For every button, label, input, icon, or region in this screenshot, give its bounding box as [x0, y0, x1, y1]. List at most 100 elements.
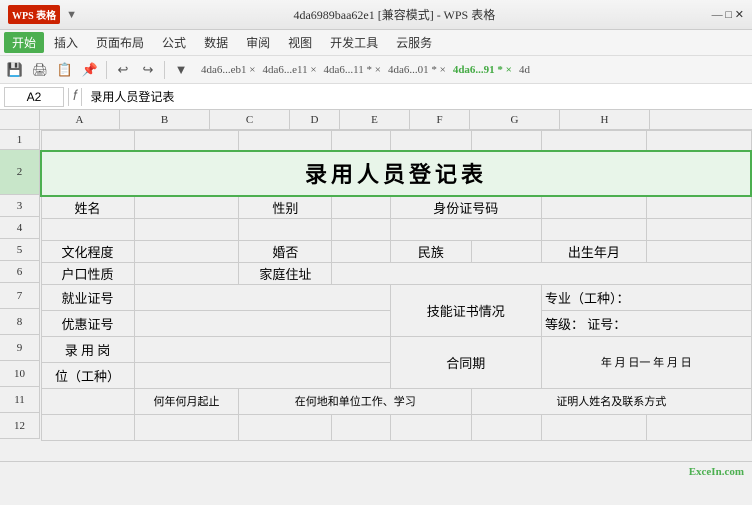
cell-g5[interactable]: 出生年月: [541, 240, 646, 262]
toolbar-sep1: [106, 61, 107, 79]
cell-e1[interactable]: [390, 131, 471, 151]
cell-c11[interactable]: 在何地和单位工作、学习: [239, 388, 472, 414]
table-row: [41, 414, 751, 440]
cell-d4[interactable]: [332, 218, 390, 240]
cell-h4[interactable]: [646, 218, 751, 240]
menu-view[interactable]: 视图: [280, 32, 320, 53]
cell-g7[interactable]: 专业（工种）：: [541, 284, 751, 310]
cell-e4[interactable]: [390, 218, 541, 240]
cell-f11[interactable]: 证明人姓名及联系方式: [472, 388, 751, 414]
cell-d3[interactable]: [332, 196, 390, 219]
cell-f5[interactable]: [472, 240, 542, 262]
menu-cloud[interactable]: 云服务: [388, 32, 440, 53]
cell-g8[interactable]: 等级： 证号：: [541, 310, 751, 336]
toolbar-copy[interactable]: 📋: [54, 59, 76, 81]
cell-c4[interactable]: [239, 218, 332, 240]
cell-a6[interactable]: 户口性质: [41, 262, 134, 284]
cell-e5[interactable]: 民族: [390, 240, 471, 262]
cell-c6[interactable]: 家庭住址: [239, 262, 332, 284]
data-table: 录用人员登记表 姓名 性别 身份证号码: [40, 130, 752, 441]
table-row: 姓名 性别 身份证号码: [41, 196, 751, 219]
menu-review[interactable]: 审阅: [238, 32, 278, 53]
cell-a11[interactable]: [41, 388, 134, 414]
toolbar-print[interactable]: 🖨: [29, 59, 51, 81]
cell-a3[interactable]: 姓名: [41, 196, 134, 219]
cell-b8[interactable]: [134, 310, 390, 336]
cell-d1[interactable]: [332, 131, 390, 151]
cell-g9[interactable]: 年 月 日一 年 月 日: [541, 336, 751, 388]
col-header-f: F: [410, 110, 470, 129]
cell-a5[interactable]: 文化程度: [41, 240, 134, 262]
toolbar-paste[interactable]: 📌: [79, 59, 101, 81]
cell-h3[interactable]: [646, 196, 751, 219]
cell-c3[interactable]: 性别: [239, 196, 332, 219]
toolbar: 💾 🖨 📋 📌 ↩ ↪ ▼ 4da6...eb1 × 4da6...e11 × …: [0, 56, 752, 84]
spreadsheet-area: A B C D E F G H 1 2 3 4 5 6 7 8 9 10 11 …: [0, 110, 752, 461]
cell-a1[interactable]: [41, 131, 134, 151]
cell-b1[interactable]: [134, 131, 239, 151]
cell-e12[interactable]: [390, 414, 471, 440]
cell-h1[interactable]: [646, 131, 751, 151]
cell-b11[interactable]: 何年何月起止: [134, 388, 239, 414]
cell-b4[interactable]: [134, 218, 239, 240]
formula-input[interactable]: [86, 87, 748, 107]
cell-b5[interactable]: [134, 240, 239, 262]
cell-f1[interactable]: [472, 131, 542, 151]
col-header-b: B: [120, 110, 210, 129]
cell-a8[interactable]: 优惠证号: [41, 310, 134, 336]
menu-start[interactable]: 开始: [4, 32, 44, 53]
cell-c12[interactable]: [239, 414, 332, 440]
menu-page-layout[interactable]: 页面布局: [88, 32, 152, 53]
menu-data[interactable]: 数据: [196, 32, 236, 53]
spreadsheet-grid: 录用人员登记表 姓名 性别 身份证号码: [40, 130, 752, 461]
row-num-9: 9: [0, 335, 40, 361]
title-bar: WPS 表格 ▼ 4da6989baa62e1 [兼容模式] - WPS 表格 …: [0, 0, 752, 30]
row-num-4: 4: [0, 217, 40, 239]
cell-h12[interactable]: [646, 414, 751, 440]
tab-label-2: 4da6...e11 ×: [262, 64, 316, 76]
toolbar-dropdown[interactable]: ▼: [170, 59, 192, 81]
col-header-d: D: [290, 110, 340, 129]
table-row: 户口性质 家庭住址: [41, 262, 751, 284]
cell-b12[interactable]: [134, 414, 239, 440]
menu-dev-tools[interactable]: 开发工具: [322, 32, 386, 53]
toolbar-redo[interactable]: ↪: [137, 59, 159, 81]
corner-cell: [0, 110, 40, 129]
col-header-a: A: [40, 110, 120, 129]
cell-e9[interactable]: 合同期: [390, 336, 541, 388]
cell-e3[interactable]: 身份证号码: [390, 196, 541, 219]
menu-formula[interactable]: 公式: [154, 32, 194, 53]
cell-a12[interactable]: [41, 414, 134, 440]
cell-d6[interactable]: [332, 262, 751, 284]
cell-c1[interactable]: [239, 131, 332, 151]
cell-g3[interactable]: [541, 196, 646, 219]
cell-f12[interactable]: [472, 414, 542, 440]
table-row: 就业证号 技能证书情况 专业（工种）：: [41, 284, 751, 310]
cell-b10[interactable]: [134, 362, 390, 388]
cell-title[interactable]: 录用人员登记表: [41, 151, 751, 196]
cell-g12[interactable]: [541, 414, 646, 440]
toolbar-undo[interactable]: ↩: [112, 59, 134, 81]
cell-a10[interactable]: 位（工种）: [41, 362, 134, 388]
cell-d5[interactable]: [332, 240, 390, 262]
cell-b6[interactable]: [134, 262, 239, 284]
window-controls[interactable]: — □ ✕: [712, 8, 744, 21]
cell-b9[interactable]: [134, 336, 390, 362]
cell-c5[interactable]: 婚否: [239, 240, 332, 262]
cell-a4[interactable]: [41, 218, 134, 240]
cell-a7[interactable]: 就业证号: [41, 284, 134, 310]
cell-h5[interactable]: [646, 240, 751, 262]
cell-b7[interactable]: [134, 284, 390, 310]
cell-d12[interactable]: [332, 414, 390, 440]
cell-e7[interactable]: 技能证书情况: [390, 284, 541, 336]
toolbar-save[interactable]: 💾: [4, 59, 26, 81]
row-num-1: 1: [0, 130, 40, 150]
cell-reference[interactable]: [4, 87, 64, 107]
tab-label-5: 4da6...91 * ×: [453, 64, 512, 76]
menu-insert[interactable]: 插入: [46, 32, 86, 53]
cell-g1[interactable]: [541, 131, 646, 151]
cell-a9[interactable]: 录 用 岗: [41, 336, 134, 362]
cell-g4[interactable]: [541, 218, 646, 240]
row-num-8: 8: [0, 309, 40, 335]
cell-b3[interactable]: [134, 196, 239, 219]
